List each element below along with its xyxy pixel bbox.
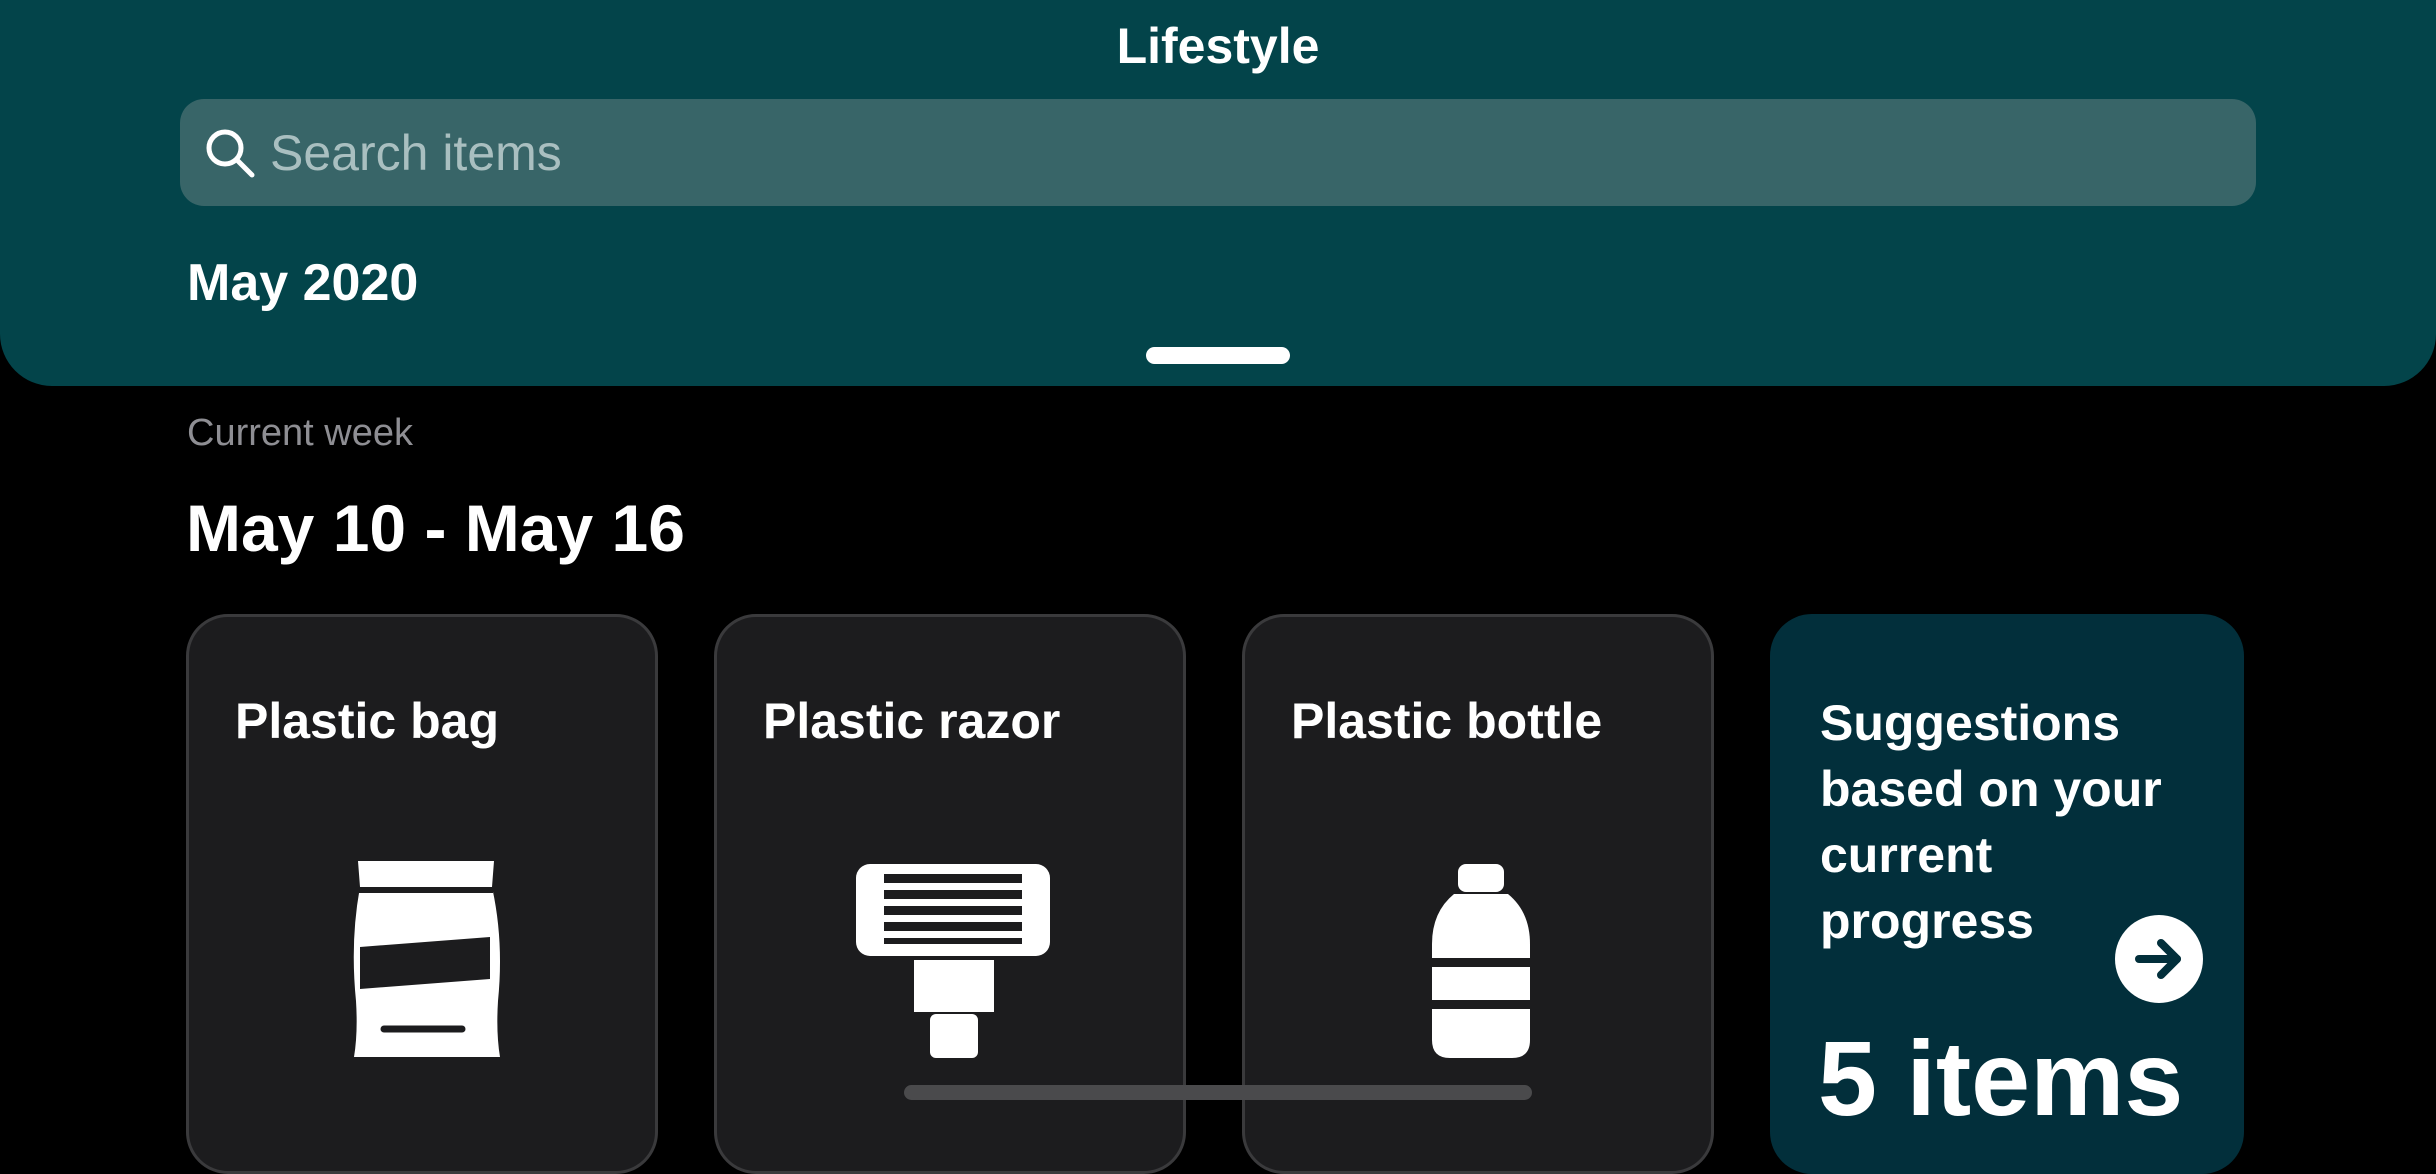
- arrow-right-icon: [2135, 939, 2181, 979]
- item-card-plastic-bag[interactable]: Plastic bag: [186, 614, 658, 1174]
- search-icon: [206, 129, 255, 178]
- item-card-title: Plastic razor: [763, 693, 1061, 749]
- week-range: May 10 - May 16: [186, 491, 685, 565]
- razor-icon: [856, 864, 1050, 1058]
- search-bar[interactable]: [180, 99, 2256, 206]
- header: Lifestyle May 2020: [0, 0, 2436, 386]
- suggestions-card[interactable]: Suggestions based on your current progre…: [1770, 614, 2244, 1174]
- suggestions-arrow-button[interactable]: [2115, 915, 2203, 1003]
- item-card-title: Plastic bottle: [1291, 693, 1603, 749]
- month-label: May 2020: [187, 254, 419, 312]
- search-input[interactable]: [270, 99, 2170, 206]
- sheet-grabber[interactable]: [1146, 347, 1290, 364]
- home-indicator[interactable]: [904, 1085, 1532, 1100]
- plastic-bag-icon: [353, 861, 500, 1057]
- bottle-icon: [1432, 864, 1530, 1058]
- item-card-title: Plastic bag: [235, 693, 499, 749]
- page-title: Lifestyle: [1116, 18, 1320, 74]
- week-label: Current week: [187, 412, 413, 454]
